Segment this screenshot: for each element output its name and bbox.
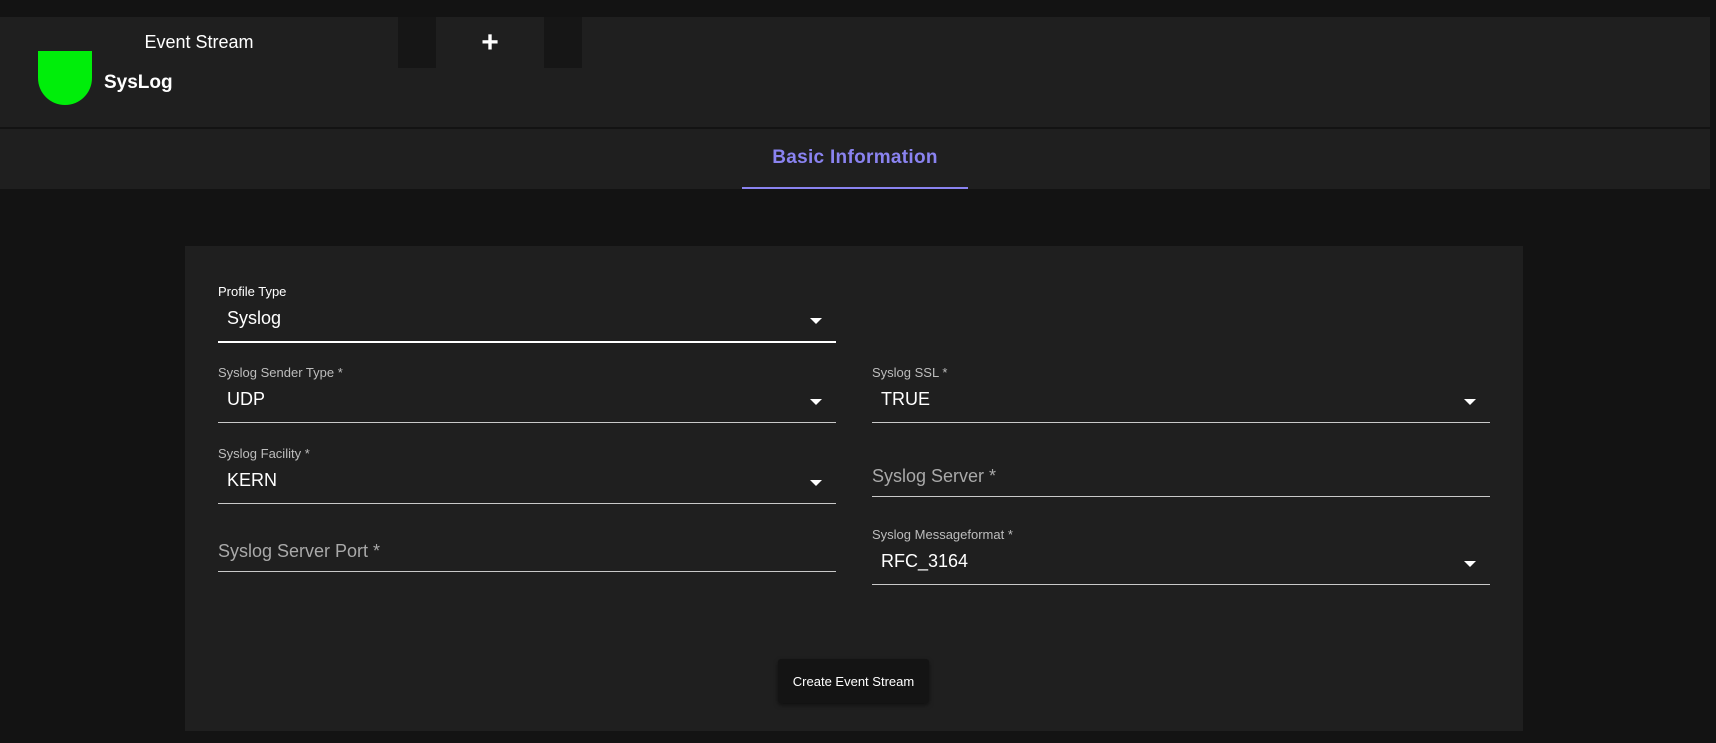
status-indicator-icon [38,51,92,105]
chevron-down-icon [1464,399,1476,405]
section-tab-bar: Basic Information [0,129,1710,189]
syslog-server-placeholder: Syslog Server * [872,466,997,486]
syslog-server-port-placeholder: Syslog Server Port * [218,541,381,561]
syslog-server-port-input[interactable]: Syslog Server Port * [218,541,836,573]
messageformat-value: RFC_3164 [881,551,969,571]
field-underline [218,503,836,504]
profile-type-label: Profile Type [218,284,287,299]
tab-divider [544,17,582,68]
field-underline [218,422,836,423]
tab-basic-information[interactable]: Basic Information [742,129,968,189]
chevron-down-icon [810,318,822,324]
sender-type-label: Syslog Sender Type * [218,365,343,380]
ssl-label: Syslog SSL * [872,365,948,380]
chevron-down-icon [810,399,822,405]
top-bar: Event Stream + SysLog [0,17,1710,127]
facility-select[interactable]: Syslog Facility * KERN [218,446,836,506]
field-underline [218,341,836,343]
add-tab-button[interactable]: + [436,17,544,68]
field-underline [872,422,1490,423]
ssl-value: TRUE [881,389,930,409]
field-underline [872,496,1490,497]
create-event-stream-button[interactable]: Create Event Stream [778,659,929,703]
stream-name: SysLog [104,72,173,93]
sender-type-value: UDP [227,389,266,409]
facility-value: KERN [227,470,278,490]
messageformat-select[interactable]: Syslog Messageformat * RFC_3164 [872,527,1490,587]
field-underline [218,571,836,572]
facility-label: Syslog Facility * [218,446,310,461]
field-underline [872,584,1490,585]
form-panel: Profile Type Syslog Syslog Sender Type *… [185,246,1523,731]
tab-divider [398,17,436,68]
messageformat-label: Syslog Messageformat * [872,527,1013,542]
syslog-server-input[interactable]: Syslog Server * [872,466,1490,498]
sender-type-select[interactable]: Syslog Sender Type * UDP [218,365,836,425]
chevron-down-icon [810,480,822,486]
chevron-down-icon [1464,561,1476,567]
profile-type-select[interactable]: Profile Type Syslog [218,284,836,344]
ssl-select[interactable]: Syslog SSL * TRUE [872,365,1490,425]
profile-type-value: Syslog [227,308,282,328]
